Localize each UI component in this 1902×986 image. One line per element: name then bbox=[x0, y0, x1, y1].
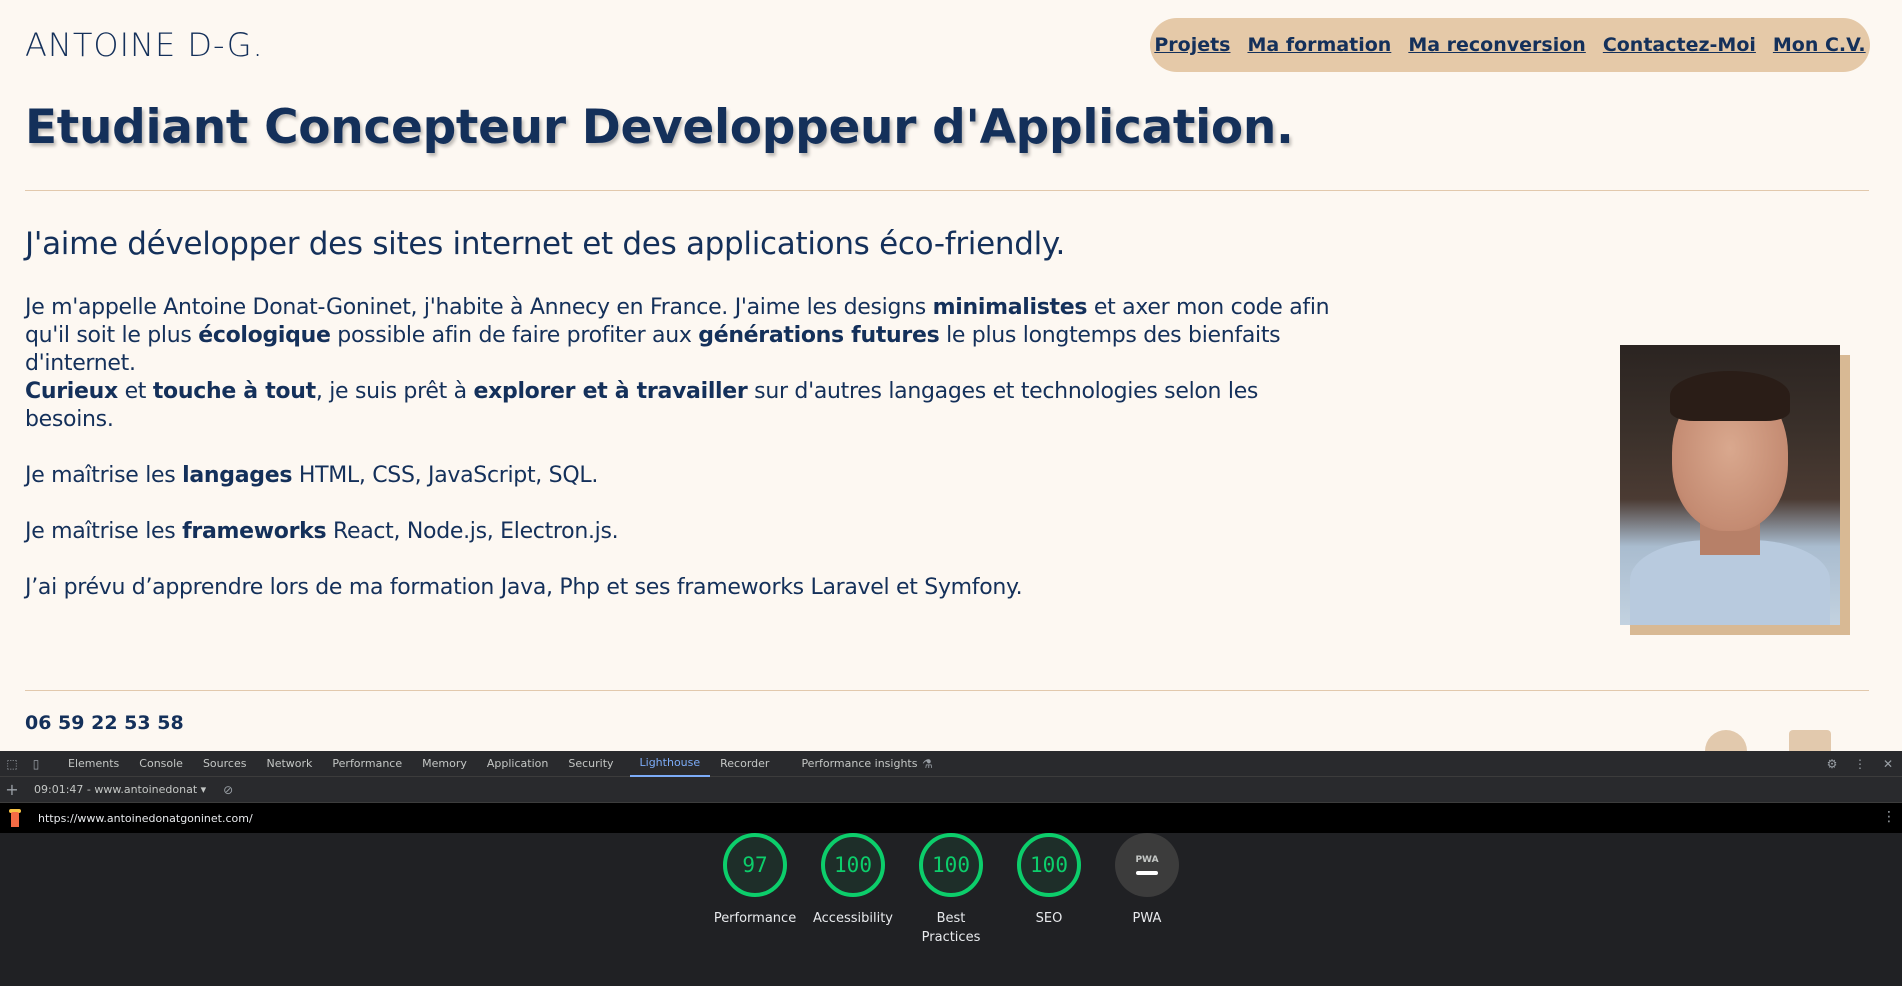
lighthouse-toolbar: + 09:01:47 - www.antoinedonat ▾ ⊘ bbox=[0, 777, 1902, 803]
page-title: Etudiant Concepteur Developpeur d'Applic… bbox=[25, 100, 1294, 155]
nav-link-reconversion[interactable]: Ma reconversion bbox=[1408, 34, 1586, 56]
score-accessibility[interactable]: 100 Accessibility bbox=[813, 833, 893, 947]
score-label: Performance bbox=[713, 911, 797, 926]
score-gauge: 100 bbox=[919, 833, 983, 897]
bio-paragraph: J’ai prévu d’apprendre lors de ma format… bbox=[25, 575, 1023, 600]
score-seo[interactable]: 100 SEO bbox=[1009, 833, 1089, 947]
inspect-element-icon[interactable]: ⬚ bbox=[4, 756, 20, 772]
nav-link-contact[interactable]: Contactez-Moi bbox=[1603, 34, 1756, 56]
tab-console[interactable]: Console bbox=[129, 751, 193, 777]
divider bbox=[25, 190, 1869, 191]
main-nav: Projets Ma formation Ma reconversion Con… bbox=[1150, 18, 1870, 72]
score-performance[interactable]: 97 Performance bbox=[713, 833, 797, 947]
website-viewport: ANTOINE D-G. Projets Ma formation Ma rec… bbox=[0, 0, 1902, 751]
score-gauge: 100 bbox=[821, 833, 885, 897]
bio-paragraph: Curieux et touche à tout, je suis prêt à… bbox=[25, 379, 1259, 432]
nav-link-projets[interactable]: Projets bbox=[1154, 34, 1230, 56]
clear-icon[interactable]: ⊘ bbox=[220, 782, 236, 798]
lighthouse-scores: 97 Performance 100 Accessibility 100 Bes… bbox=[0, 833, 1902, 947]
tab-lighthouse[interactable]: Lighthouse bbox=[629, 751, 711, 777]
divider bbox=[25, 690, 1869, 691]
score-label: Accessibility bbox=[813, 911, 893, 926]
tab-performance-insights[interactable]: Performance insights bbox=[791, 751, 927, 777]
lighthouse-url-bar: https://www.antoinedonatgoninet.com/ ⋮ bbox=[0, 803, 1902, 833]
device-toolbar-icon[interactable]: ▯ bbox=[28, 756, 44, 772]
tab-elements[interactable]: Elements bbox=[58, 751, 129, 777]
tab-sources[interactable]: Sources bbox=[193, 751, 257, 777]
report-selector[interactable]: 09:01:47 - www.antoinedonat ▾ bbox=[34, 783, 206, 796]
github-icon[interactable] bbox=[1705, 730, 1747, 751]
tab-security[interactable]: Security bbox=[558, 751, 623, 777]
tab-application[interactable]: Application bbox=[477, 751, 558, 777]
score-label: PWA bbox=[1132, 911, 1162, 926]
linkedin-icon[interactable] bbox=[1789, 730, 1831, 751]
bio-text: Je m'appelle Antoine Donat-Goninet, j'ha… bbox=[25, 294, 1335, 630]
tab-memory[interactable]: Memory bbox=[412, 751, 477, 777]
more-options-icon[interactable]: ⋮ bbox=[1852, 756, 1868, 772]
lighthouse-icon bbox=[8, 809, 22, 827]
gear-icon[interactable]: ⚙ bbox=[1824, 756, 1840, 772]
chevron-down-icon: ▾ bbox=[200, 783, 207, 796]
tab-network[interactable]: Network bbox=[256, 751, 322, 777]
nav-link-formation[interactable]: Ma formation bbox=[1247, 34, 1391, 56]
tab-performance[interactable]: Performance bbox=[322, 751, 412, 777]
score-pwa[interactable]: PWA PWA bbox=[1107, 833, 1187, 947]
bio-paragraph: Je maîtrise les langages HTML, CSS, Java… bbox=[25, 463, 599, 488]
bio-paragraph: Je m'appelle Antoine Donat-Goninet, j'ha… bbox=[25, 295, 1330, 376]
page-subtitle: J'aime développer des sites internet et … bbox=[25, 226, 1066, 262]
experiment-flask-icon: ⚗ bbox=[922, 756, 933, 771]
devtools-panel: ⬚ ▯ Elements Console Sources Network Per… bbox=[0, 751, 1902, 986]
phone-number: 06 59 22 53 58 bbox=[25, 712, 184, 734]
score-gauge: 100 bbox=[1017, 833, 1081, 897]
tab-recorder[interactable]: Recorder bbox=[710, 751, 779, 777]
bio-paragraph: Je maîtrise les frameworks React, Node.j… bbox=[25, 519, 619, 544]
more-options-icon[interactable]: ⋮ bbox=[1882, 809, 1896, 825]
pwa-badge-icon: PWA bbox=[1115, 833, 1179, 897]
score-best-practices[interactable]: 100 Best Practices bbox=[911, 833, 991, 947]
score-gauge: 97 bbox=[723, 833, 787, 897]
devtools-tabbar: ⬚ ▯ Elements Console Sources Network Per… bbox=[0, 751, 1902, 777]
score-label: Best Practices bbox=[921, 911, 981, 945]
avatar bbox=[1620, 345, 1840, 625]
plus-icon[interactable]: + bbox=[4, 780, 20, 799]
nav-link-cv[interactable]: Mon C.V. bbox=[1773, 34, 1866, 56]
close-icon[interactable]: ✕ bbox=[1880, 756, 1896, 772]
site-logo[interactable]: ANTOINE D-G. bbox=[25, 26, 264, 64]
profile-photo bbox=[1620, 345, 1850, 635]
audited-url[interactable]: https://www.antoinedonatgoninet.com/ bbox=[38, 812, 253, 825]
score-label: SEO bbox=[1035, 911, 1063, 926]
